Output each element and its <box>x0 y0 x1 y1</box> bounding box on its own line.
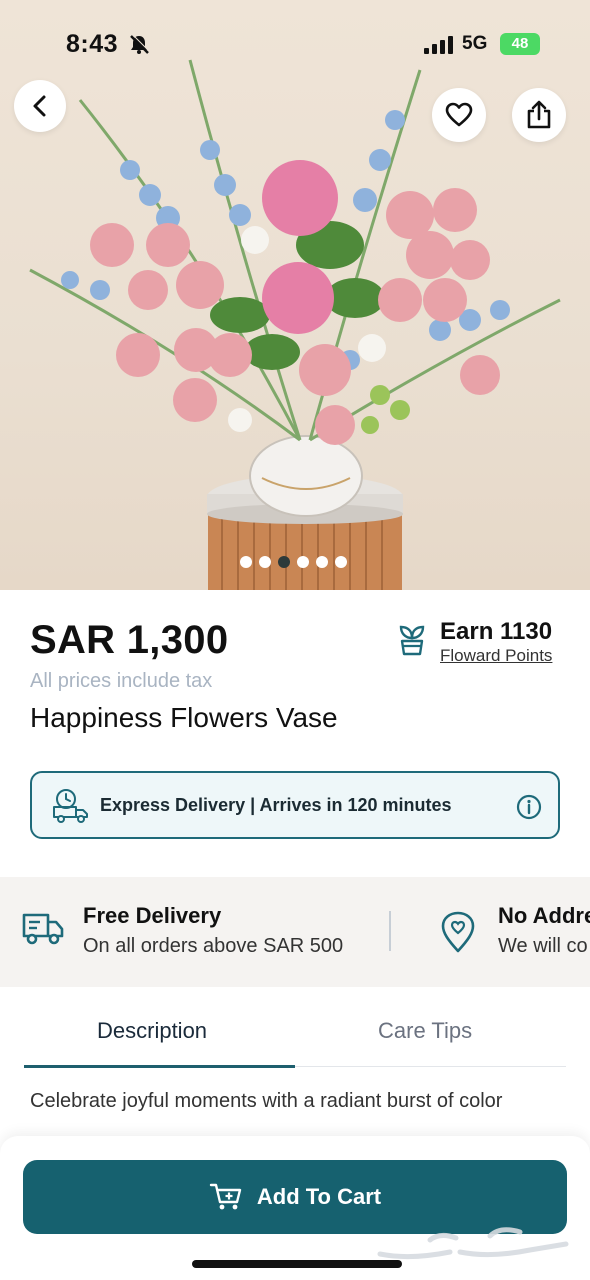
free-delivery-subtitle: On all orders above SAR 500 <box>83 935 344 957</box>
heart-icon <box>445 102 473 127</box>
tab-description[interactable]: Description <box>97 1018 207 1066</box>
status-bar: 8:43 5G 48 <box>0 0 590 88</box>
carousel-dot[interactable] <box>316 556 328 568</box>
promo-strip[interactable]: Free Delivery On all orders above SAR 50… <box>0 877 590 987</box>
bell-muted-icon <box>130 34 150 54</box>
express-delivery-banner[interactable]: Express Delivery | Arrives in 120 minute… <box>30 771 560 839</box>
product-name: Happiness Flowers Vase <box>30 702 338 733</box>
floward-points-link[interactable]: Floward Points <box>440 646 552 666</box>
status-time: 8:43 <box>66 30 119 58</box>
points-earn-label: Earn 1130 <box>440 618 553 645</box>
product-price: SAR 1,300 <box>30 618 229 662</box>
carousel-dot[interactable] <box>259 556 271 568</box>
active-tab-indicator <box>24 1065 295 1068</box>
tax-note: All prices include tax <box>30 670 213 692</box>
network-type-label: 5G <box>462 33 488 54</box>
chevron-left-icon <box>33 95 46 117</box>
free-delivery-title: Free Delivery <box>83 903 222 928</box>
plant-pot-icon <box>399 625 425 656</box>
carousel-dot-active[interactable] <box>278 556 290 568</box>
cellular-signal-icon <box>424 36 453 54</box>
carousel-indicator <box>240 556 347 568</box>
express-delivery-icon <box>53 789 88 823</box>
carousel-dot[interactable] <box>297 556 309 568</box>
carousel-dot[interactable] <box>240 556 252 568</box>
favorite-button[interactable] <box>432 88 486 142</box>
share-button[interactable] <box>512 88 566 142</box>
no-address-title: No Addre <box>498 903 590 928</box>
share-icon <box>527 100 551 129</box>
truck-icon <box>22 913 64 945</box>
tab-care-tips[interactable]: Care Tips <box>378 1018 472 1066</box>
description-text: Celebrate joyful moments with a radiant … <box>30 1090 503 1112</box>
promo-divider <box>389 911 391 951</box>
add-to-cart-label: Add To Cart <box>256 1184 382 1209</box>
cart-add-icon <box>209 1183 242 1210</box>
flower-vase-image <box>29 59 561 590</box>
carousel-dot[interactable] <box>335 556 347 568</box>
battery-indicator: 48 <box>500 33 540 55</box>
watermark-logo <box>377 1227 569 1260</box>
product-image-carousel[interactable]: 8:43 5G 48 <box>0 0 590 590</box>
back-button[interactable] <box>14 80 66 132</box>
express-delivery-text: Express Delivery | Arrives in 120 minute… <box>100 795 452 815</box>
info-icon[interactable] <box>516 794 542 820</box>
no-address-subtitle: We will co <box>498 935 588 957</box>
location-pin-icon <box>441 911 475 953</box>
